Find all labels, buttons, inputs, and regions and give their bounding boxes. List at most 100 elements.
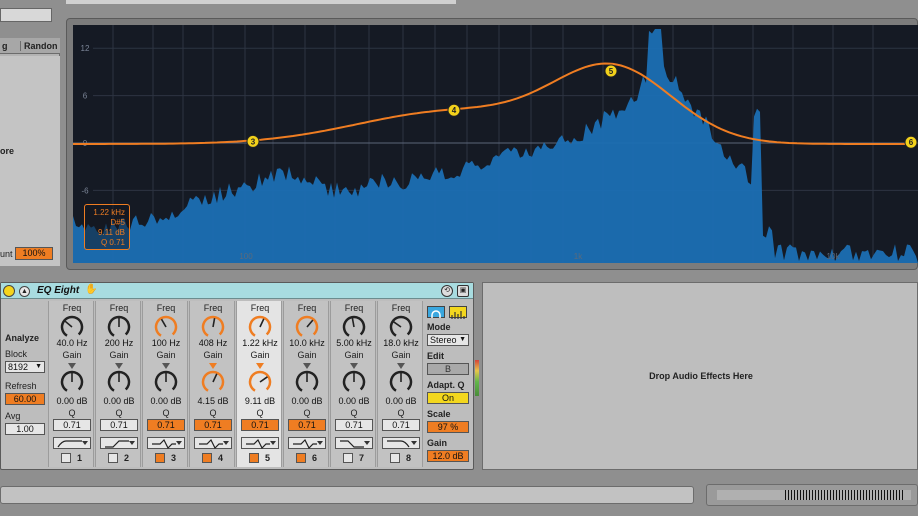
- spectrum-toggle-icon[interactable]: [449, 306, 467, 319]
- x-tick-label: 1k: [574, 252, 583, 261]
- hot-swap-icon[interactable]: ⟲: [441, 285, 453, 297]
- filter-type-select[interactable]: [147, 437, 185, 449]
- gain-knob[interactable]: [106, 369, 132, 395]
- save-preset-icon[interactable]: ▣: [457, 285, 469, 297]
- highcut-filter-icon: [387, 440, 410, 448]
- band-on-toggle[interactable]: [108, 453, 118, 463]
- gain-value: 4.15 dB: [197, 396, 229, 406]
- chevron-down-icon: [411, 441, 417, 445]
- freq-value: 100 Hz: [151, 338, 181, 348]
- bell-filter-icon: [152, 439, 176, 449]
- eq-band-6: Freq 10.0 kHz Gain 0.00 dB Q 0.71 6: [283, 301, 329, 467]
- freq-knob[interactable]: [106, 314, 132, 340]
- filter-type-select[interactable]: [241, 437, 279, 449]
- band-info-box: 1.22 kHz D#5 9.11 dB Q 0.71: [84, 204, 130, 250]
- gain-knob[interactable]: [247, 369, 273, 395]
- freq-knob[interactable]: [388, 314, 414, 340]
- headphone-icon[interactable]: [427, 306, 445, 318]
- q-value[interactable]: 0.71: [100, 419, 138, 431]
- freq-knob[interactable]: [59, 314, 85, 340]
- left-panel-col-random[interactable]: Randon: [20, 41, 58, 51]
- freq-label: Freq: [109, 303, 129, 313]
- avg-value[interactable]: 1.00: [5, 423, 45, 435]
- y-tick-label: 12: [81, 44, 90, 53]
- filter-type-select[interactable]: [382, 437, 420, 449]
- gain-value: 0.00 dB: [338, 396, 370, 406]
- gain-label: Gain: [109, 350, 129, 360]
- device-title: EQ Eight: [37, 285, 80, 296]
- band-on-toggle[interactable]: [296, 453, 306, 463]
- freq-label: Freq: [250, 303, 270, 313]
- filter-type-select[interactable]: [335, 437, 373, 449]
- chevron-down-icon: [82, 441, 88, 445]
- overview-inner: [717, 490, 911, 500]
- q-value[interactable]: 0.71: [288, 419, 326, 431]
- device-drop-zone[interactable]: Drop Audio Effects Here: [482, 282, 918, 470]
- eq-band-8: Freq 18.0 kHz Gain 0.00 dB Q 0.71 8: [377, 301, 423, 467]
- band-on-toggle[interactable]: [343, 453, 353, 463]
- gain-knob[interactable]: [153, 369, 179, 395]
- gain-label: Gain: [344, 350, 364, 360]
- info-q: Q 0.71: [100, 238, 125, 247]
- freq-value: 40.0 Hz: [56, 338, 88, 348]
- output-gain-value[interactable]: 12.0 dB: [427, 450, 469, 462]
- drop-zone-text: Drop Audio Effects Here: [649, 371, 753, 381]
- freq-value: 1.22 kHz: [242, 338, 278, 348]
- q-value[interactable]: 0.71: [194, 419, 232, 431]
- scale-value[interactable]: 97 %: [427, 421, 469, 433]
- filter-type-select[interactable]: [194, 437, 232, 449]
- adapt-q-label: Adapt. Q: [427, 380, 465, 390]
- q-value[interactable]: 0.71: [147, 419, 185, 431]
- freq-knob[interactable]: [247, 314, 273, 340]
- eq-band-point-label: 3: [251, 137, 256, 146]
- mode-select[interactable]: Stereo ▼: [427, 334, 469, 346]
- filter-type-select[interactable]: [100, 437, 138, 449]
- band-on-toggle[interactable]: [249, 453, 259, 463]
- eq-spectrum-display[interactable]: 1260-61001k10k3456: [73, 25, 918, 263]
- freq-value: 200 Hz: [104, 338, 134, 348]
- gain-knob[interactable]: [341, 369, 367, 395]
- status-bar: [0, 486, 694, 504]
- band-on-toggle[interactable]: [155, 453, 165, 463]
- eq-band-2: Freq 200 Hz Gain 0.00 dB Q 0.71 2: [95, 301, 141, 467]
- freq-label: Freq: [156, 303, 176, 313]
- device-on-button[interactable]: [3, 285, 15, 297]
- freq-value: 10.0 kHz: [289, 338, 325, 348]
- freq-label: Freq: [344, 303, 364, 313]
- q-value[interactable]: 0.71: [53, 419, 91, 431]
- q-label: Q: [68, 408, 76, 418]
- gain-knob[interactable]: [388, 369, 414, 395]
- filter-type-select[interactable]: [288, 437, 326, 449]
- band-on-toggle[interactable]: [202, 453, 212, 463]
- gain-knob[interactable]: [294, 369, 320, 395]
- q-value[interactable]: 0.71: [335, 419, 373, 431]
- q-value[interactable]: 0.71: [241, 419, 279, 431]
- left-panel-col-1[interactable]: g: [2, 41, 8, 51]
- band-on-toggle[interactable]: [390, 453, 400, 463]
- freq-knob[interactable]: [200, 314, 226, 340]
- freq-knob[interactable]: [341, 314, 367, 340]
- freq-knob[interactable]: [153, 314, 179, 340]
- freq-knob[interactable]: [294, 314, 320, 340]
- gain-label: Gain: [297, 350, 317, 360]
- band-on-toggle[interactable]: [61, 453, 71, 463]
- amount-value[interactable]: 100%: [15, 247, 53, 260]
- analyze-controls: Analyze Block 8192 ▼ Refresh 60.00 Avg 1…: [3, 301, 47, 467]
- refresh-value[interactable]: 60.00: [5, 393, 45, 405]
- q-value[interactable]: 0.71: [382, 419, 420, 431]
- gain-knob[interactable]: [59, 369, 85, 395]
- amount-control: unt 100%: [0, 246, 56, 262]
- q-label: Q: [209, 408, 217, 418]
- fold-triangle-icon[interactable]: ▲: [19, 286, 30, 297]
- filter-type-select[interactable]: [53, 437, 91, 449]
- gain-value: 9.11 dB: [244, 396, 276, 406]
- q-label: Q: [350, 408, 358, 418]
- adapt-q-toggle[interactable]: On: [427, 392, 469, 404]
- lowcut-filter-icon: [57, 440, 82, 448]
- gain-label: Gain: [427, 438, 448, 448]
- edit-b-button[interactable]: B: [427, 363, 469, 375]
- top-left-field[interactable]: [0, 8, 52, 22]
- chevron-down-icon: [270, 441, 276, 445]
- block-select[interactable]: 8192 ▼: [5, 361, 45, 373]
- gain-knob[interactable]: [200, 369, 226, 395]
